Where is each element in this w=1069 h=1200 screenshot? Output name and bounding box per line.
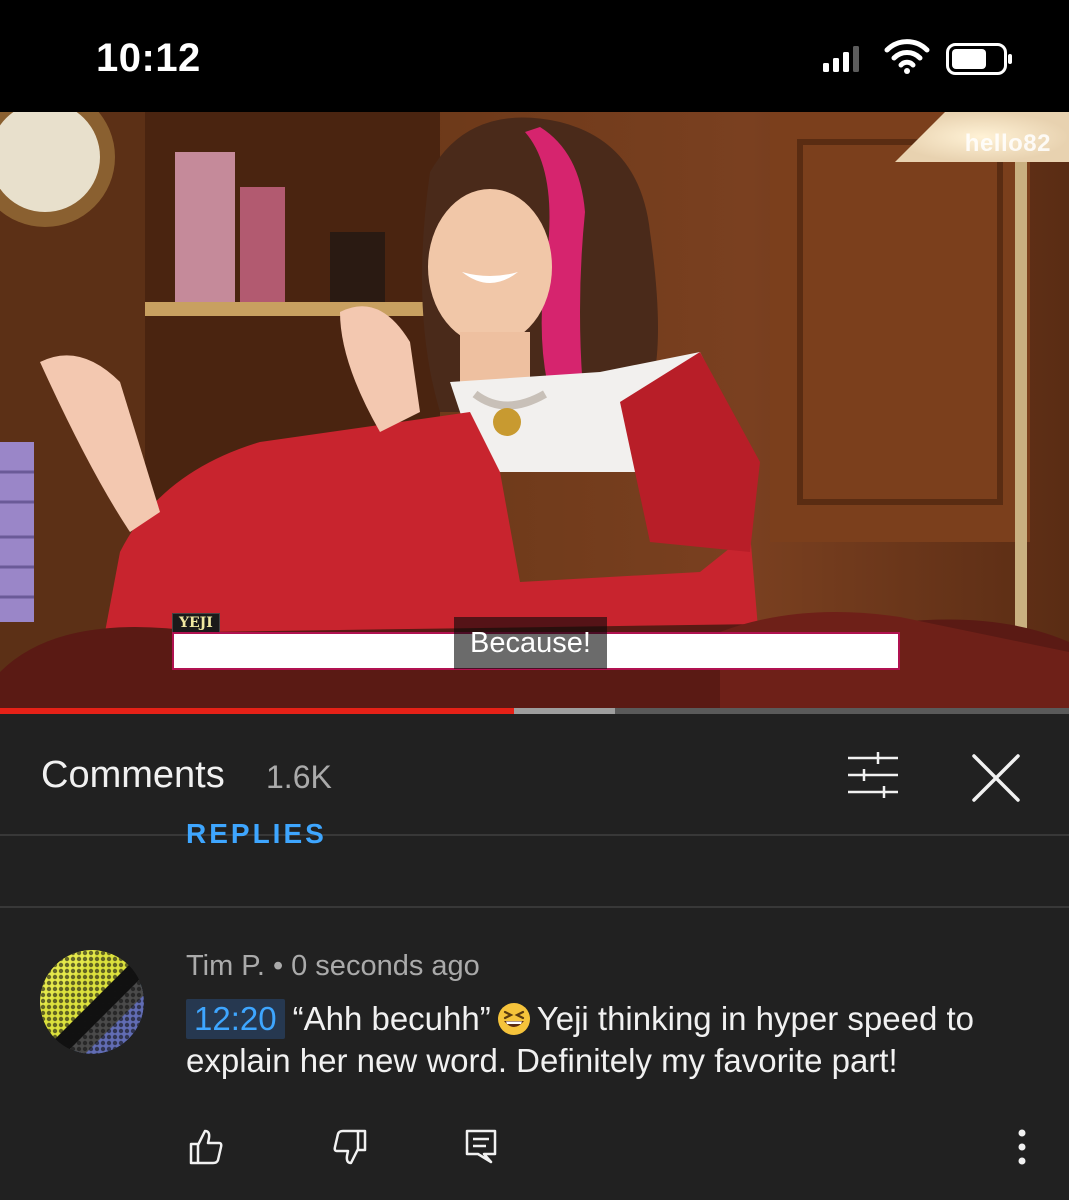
video-player[interactable]: hello82 YEJI Because! <box>0 112 1069 712</box>
comment-time-ago: 0 seconds ago <box>291 950 480 982</box>
reply-icon[interactable] <box>464 1128 500 1166</box>
status-bar: 10:12 <box>0 0 1069 112</box>
comment-meta: Tim P. • 0 seconds ago <box>186 950 480 983</box>
timestamp-link[interactable]: 12:20 <box>186 999 285 1039</box>
speaker-name-tag: YEJI <box>172 613 220 633</box>
view-replies-link[interactable]: REPLIES <box>186 818 327 846</box>
wifi-icon <box>884 39 930 74</box>
channel-watermark: hello82 <box>964 130 1051 157</box>
cellular-signal-icon <box>823 46 859 72</box>
comments-count: 1.6K <box>266 759 332 795</box>
closed-caption: Because! <box>454 617 607 669</box>
more-vert-icon[interactable] <box>1004 1128 1040 1166</box>
avatar-image <box>40 950 144 1054</box>
comments-title: Comments <box>41 754 225 796</box>
comment-text-quote: “Ahh becuhh” <box>292 1000 491 1037</box>
battery-icon <box>946 43 1012 75</box>
close-icon[interactable] <box>970 752 1022 804</box>
avatar[interactable] <box>40 950 144 1054</box>
status-time: 10:12 <box>96 36 201 80</box>
thumbs-down-icon[interactable] <box>332 1128 368 1166</box>
comment-author[interactable]: Tim P. <box>186 950 265 982</box>
meta-separator: • <box>272 950 284 982</box>
sliders-icon[interactable] <box>846 752 900 798</box>
comments-header: Comments 1.6K <box>0 714 1069 836</box>
comment-text: 12:20 “Ahh becuhh” Yeji thinking in hyper… <box>186 998 1046 1082</box>
grinning-squinting-face-icon <box>497 1003 530 1035</box>
thumbs-up-icon[interactable] <box>188 1128 224 1166</box>
comment-divider <box>0 906 1069 908</box>
